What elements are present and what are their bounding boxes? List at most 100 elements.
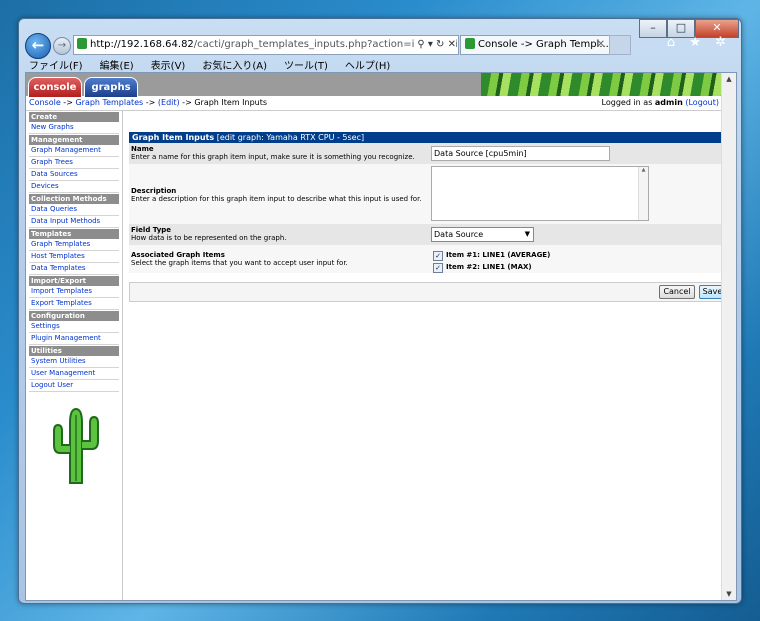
site-favicon-icon	[77, 38, 87, 49]
address-tools-icons[interactable]: ⚲ ▾ ↻ ✕	[414, 36, 456, 54]
description-textarea[interactable]	[431, 166, 649, 221]
new-tab-button[interactable]	[609, 35, 631, 55]
description-label: Description	[131, 187, 177, 195]
console-sidebar: Create New Graphs Management Graph Manageme…	[26, 111, 123, 600]
login-prefix: Logged in as	[601, 98, 655, 107]
description-help: Enter a description for this graph item …	[131, 195, 422, 203]
sidebar-header-utilities: Utilities	[29, 346, 119, 356]
cacti-banner-graphic	[481, 73, 721, 96]
sidebar-item-devices[interactable]: Devices	[29, 181, 119, 193]
graph-item-2-label: Item #2: LINE1 (MAX)	[446, 263, 532, 271]
forward-arrow-icon: →	[57, 40, 67, 51]
sidebar-item-system-utilities[interactable]: System Utilities	[29, 356, 119, 368]
checkbox-checked-icon[interactable]: ✓	[433, 251, 443, 261]
sidebar-item-host-templates[interactable]: Host Templates	[29, 251, 119, 263]
browser-window: – □ ✕ ← → http://192.168.64.82/cacti/gra…	[18, 18, 742, 604]
login-username: admin	[654, 98, 683, 107]
sidebar-header-management: Management	[29, 135, 119, 145]
breadcrumb-current: Graph Item Inputs	[194, 98, 268, 107]
address-host: http://192.168.64.82	[90, 39, 194, 50]
page-viewport: console graphs Console -> Graph Template…	[25, 72, 737, 601]
sidebar-header-import-export: Import/Export	[29, 276, 119, 286]
field-type-row: Field Type How data is to be represented…	[129, 224, 729, 245]
chevron-down-icon: ▼	[524, 230, 530, 238]
associated-items-row: Associated Graph Items Select the graph …	[129, 245, 729, 273]
sidebar-menu: Create New Graphs Management Graph Manageme…	[26, 112, 122, 392]
back-arrow-icon: ←	[31, 36, 45, 54]
graph-item-1-label: Item #1: LINE1 (AVERAGE)	[446, 251, 551, 259]
graph-item-1-checkbox[interactable]: ✓ Item #1: LINE1 (AVERAGE)	[433, 250, 550, 261]
tab-console[interactable]: console	[28, 77, 82, 97]
menu-edit[interactable]: 編集(E)	[100, 61, 134, 72]
menu-view[interactable]: 表示(V)	[151, 61, 186, 72]
main-content: Graph Item Inputs [edit graph: Yamaha RT…	[129, 132, 729, 302]
form-subtitle: [edit graph: Yamaha RTX CPU - 5sec]	[214, 133, 365, 142]
checkbox-checked-icon[interactable]: ✓	[433, 263, 443, 273]
field-type-select[interactable]: Data Source ▼	[431, 227, 534, 242]
sidebar-item-plugin-management[interactable]: Plugin Management	[29, 333, 119, 345]
sidebar-item-new-graphs[interactable]: New Graphs	[29, 122, 119, 134]
cacti-banner: console graphs	[26, 73, 722, 97]
sidebar-item-graph-management[interactable]: Graph Management	[29, 145, 119, 157]
menu-file[interactable]: ファイル(F)	[29, 61, 83, 72]
page-scrollbar[interactable]: ▲ ▼	[721, 73, 736, 600]
sidebar-header-create: Create	[29, 112, 119, 122]
tab-title: Console -> Graph Templ...	[478, 39, 609, 50]
breadcrumb-separator: ->	[179, 98, 195, 107]
field-type-selected: Data Source	[434, 230, 484, 239]
form-actions: Cancel Save	[129, 282, 729, 302]
tab-favicon-icon	[465, 38, 475, 49]
breadcrumb-bar: Console -> Graph Templates -> (Edit) -> …	[26, 96, 722, 111]
cancel-button[interactable]: Cancel	[659, 285, 695, 299]
cactus-logo-icon	[53, 407, 99, 484]
sidebar-item-export-templates[interactable]: Export Templates	[29, 298, 119, 310]
sidebar-item-data-sources[interactable]: Data Sources	[29, 169, 119, 181]
associated-items-description: Select the graph items that you want to …	[131, 259, 348, 267]
associated-items-label: Associated Graph Items	[131, 251, 225, 259]
address-bar[interactable]: http://192.168.64.82/cacti/graph_templat…	[73, 35, 459, 55]
form-header: Graph Item Inputs [edit graph: Yamaha RT…	[129, 132, 729, 143]
breadcrumb: Console -> Graph Templates -> (Edit) -> …	[29, 96, 267, 110]
browser-tool-icons[interactable]: ⌂ ★ ✲	[667, 35, 731, 50]
sidebar-item-user-management[interactable]: User Management	[29, 368, 119, 380]
sidebar-header-collection-methods: Collection Methods	[29, 194, 119, 204]
name-input[interactable]: Data Source [cpu5min]	[431, 146, 610, 161]
navigation-row: ← → http://192.168.64.82/cacti/graph_tem…	[25, 33, 735, 59]
sidebar-item-import-templates[interactable]: Import Templates	[29, 286, 119, 298]
breadcrumb-separator: ->	[143, 98, 158, 107]
sidebar-header-templates: Templates	[29, 229, 119, 239]
logout-link[interactable]: (Logout)	[685, 98, 719, 107]
name-description: Enter a name for this graph item input, …	[131, 153, 415, 161]
login-status: Logged in as admin (Logout)	[602, 96, 719, 110]
forward-button[interactable]: →	[53, 37, 71, 55]
sidebar-item-data-queries[interactable]: Data Queries	[29, 204, 119, 216]
tab-close-icon[interactable]: ✕	[597, 36, 605, 54]
sidebar-item-graph-trees[interactable]: Graph Trees	[29, 157, 119, 169]
scroll-down-icon[interactable]: ▼	[722, 588, 736, 600]
sidebar-item-graph-templates[interactable]: Graph Templates	[29, 239, 119, 251]
breadcrumb-edit[interactable]: (Edit)	[158, 98, 180, 107]
breadcrumb-graph-templates[interactable]: Graph Templates	[75, 98, 143, 107]
menu-favorites[interactable]: お気に入り(A)	[202, 61, 267, 72]
name-label: Name	[131, 145, 154, 153]
browser-menubar: ファイル(F) 編集(E) 表示(V) お気に入り(A) ツール(T) ヘルプ(H)	[25, 57, 735, 72]
breadcrumb-separator: ->	[60, 98, 76, 107]
sidebar-item-settings[interactable]: Settings	[29, 321, 119, 333]
breadcrumb-console[interactable]: Console	[29, 98, 61, 107]
tab-graphs[interactable]: graphs	[84, 77, 138, 97]
name-row: Name Enter a name for this graph item in…	[129, 143, 729, 164]
description-row: Description Enter a description for this…	[129, 164, 729, 224]
sidebar-item-logout-user[interactable]: Logout User	[29, 380, 119, 392]
form-title: Graph Item Inputs	[132, 133, 215, 142]
menu-help[interactable]: ヘルプ(H)	[345, 61, 390, 72]
graph-item-2-checkbox[interactable]: ✓ Item #2: LINE1 (MAX)	[433, 262, 532, 273]
sidebar-item-data-templates[interactable]: Data Templates	[29, 263, 119, 275]
field-type-description: How data is to be represented on the gra…	[131, 234, 287, 242]
sidebar-header-configuration: Configuration	[29, 311, 119, 321]
scroll-up-icon[interactable]: ▲	[722, 73, 736, 85]
menu-tools[interactable]: ツール(T)	[284, 61, 328, 72]
field-type-label: Field Type	[131, 226, 172, 234]
back-button[interactable]: ←	[25, 33, 51, 59]
browser-tab-active[interactable]: Console -> Graph Templ... ✕	[460, 35, 610, 55]
sidebar-item-data-input-methods[interactable]: Data Input Methods	[29, 216, 119, 228]
